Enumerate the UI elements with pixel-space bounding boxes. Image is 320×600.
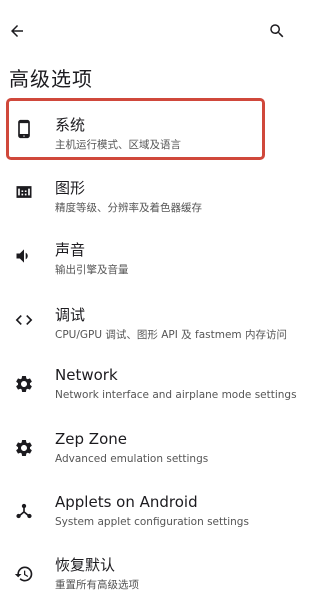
item-subtitle: Advanced emulation settings	[55, 453, 209, 465]
item-subtitle: System applet configuration settings	[55, 516, 249, 528]
item-title: 调试	[55, 306, 86, 324]
settings-item-graphics[interactable]: 图形 精度等级、分辨率及着色器缓存	[0, 161, 297, 223]
item-title: Zep Zone	[55, 430, 127, 448]
item-subtitle: 输出引擎及音量	[55, 264, 129, 276]
item-subtitle: CPU/GPU 调试、图形 API 及 fastmem 内存访问	[55, 329, 287, 341]
page-title: 高级选项	[9, 67, 93, 91]
item-title: 图形	[55, 179, 86, 197]
settings-item-reset[interactable]: 恢复默认 重置所有高级选项	[0, 543, 297, 600]
settings-item-audio[interactable]: 声音 输出引擎及音量	[0, 225, 297, 287]
item-subtitle: 主机运行模式、区域及语言	[55, 139, 181, 151]
settings-item-network[interactable]: Network Network interface and airplane m…	[0, 353, 297, 415]
item-title: 恢复默认	[55, 556, 116, 574]
settings-item-applets[interactable]: Applets on Android System applet configu…	[0, 480, 297, 542]
search-button[interactable]	[266, 20, 288, 42]
item-title: 系统	[55, 116, 86, 134]
top-app-bar	[0, 0, 297, 60]
gear-icon	[12, 436, 36, 460]
item-title: 声音	[55, 241, 86, 259]
phone-icon	[12, 117, 36, 141]
settings-screen: 高级选项 系统 主机运行模式、区域及语言 图形 精度等级、分辨率及着色器缓存 声…	[0, 0, 297, 600]
item-subtitle: 重置所有高级选项	[55, 579, 139, 591]
back-button[interactable]	[6, 20, 28, 42]
share-nodes-icon	[12, 499, 36, 523]
history-icon	[12, 562, 36, 586]
code-icon	[12, 308, 36, 332]
item-subtitle: Network interface and airplane mode sett…	[55, 389, 297, 401]
settings-item-system[interactable]: 系统 主机运行模式、区域及语言	[0, 98, 297, 160]
item-title: Applets on Android	[55, 493, 198, 511]
chip-icon	[12, 180, 36, 204]
settings-item-debug[interactable]: 调试 CPU/GPU 调试、图形 API 及 fastmem 内存访问	[0, 289, 297, 351]
item-title: Network	[55, 366, 118, 384]
gear-icon	[12, 372, 36, 396]
search-icon	[270, 24, 284, 38]
item-subtitle: 精度等级、分辨率及着色器缓存	[55, 202, 202, 214]
settings-item-zep-zone[interactable]: Zep Zone Advanced emulation settings	[0, 417, 297, 479]
volume-icon	[12, 244, 36, 268]
arrow-left-icon	[11, 25, 23, 37]
